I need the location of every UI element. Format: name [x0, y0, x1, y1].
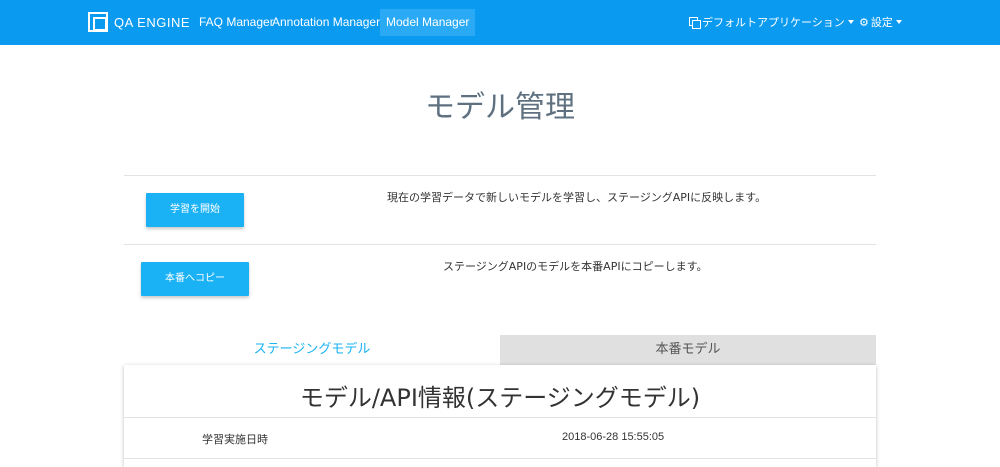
divider	[124, 458, 876, 459]
divider	[124, 417, 876, 418]
top-navbar: QA ENGINE FAQ Manager Annotation Manager…	[0, 0, 1000, 45]
start-training-description: 現在の学習データで新しいモデルを学習し、ステージングAPIに反映します。	[387, 191, 767, 204]
divider	[124, 175, 876, 176]
qa-engine-logo-icon	[88, 12, 108, 32]
settings-label: 設定	[870, 16, 893, 29]
page-title: モデル管理	[425, 90, 575, 125]
start-training-button[interactable]: 学習を開始	[146, 193, 244, 227]
brand-name: QA ENGINE	[114, 14, 191, 30]
nav-annotation-manager[interactable]: Annotation Manager	[272, 0, 390, 45]
copy-to-production-description: ステージングAPIのモデルを本番APIにコピーします。	[443, 260, 708, 273]
gear-icon: ⚙	[859, 16, 869, 29]
info-row-label: 学習実施日時	[202, 433, 268, 446]
caret-down-icon	[847, 20, 854, 24]
app-selector-dropdown[interactable]: デフォルトアプリケーション	[689, 0, 854, 45]
app-selector-label: デフォルトアプリケーション	[702, 16, 845, 29]
divider	[124, 244, 876, 245]
nav-faq-manager[interactable]: FAQ Manager	[199, 0, 274, 45]
brand[interactable]: QA ENGINE	[88, 12, 190, 32]
nav-model-manager[interactable]: Model Manager	[380, 9, 476, 36]
tab-staging-model[interactable]: ステージングモデル	[124, 335, 500, 365]
settings-dropdown[interactable]: ⚙ 設定	[859, 0, 902, 45]
info-row-value: 2018-06-28 15:55:05	[562, 431, 665, 443]
copy-icon	[689, 17, 701, 29]
caret-down-icon	[895, 20, 902, 24]
copy-to-production-button[interactable]: 本番へコピー	[141, 262, 249, 296]
nav-annotation-manager-label: Annotation Manager	[272, 15, 381, 29]
tab-production-model[interactable]: 本番モデル	[500, 335, 876, 365]
panel-title: モデル/API情報(ステージングモデル)	[299, 384, 701, 412]
model-info-panel: モデル/API情報(ステージングモデル) 学習実施日時 2018-06-28 1…	[124, 365, 876, 467]
